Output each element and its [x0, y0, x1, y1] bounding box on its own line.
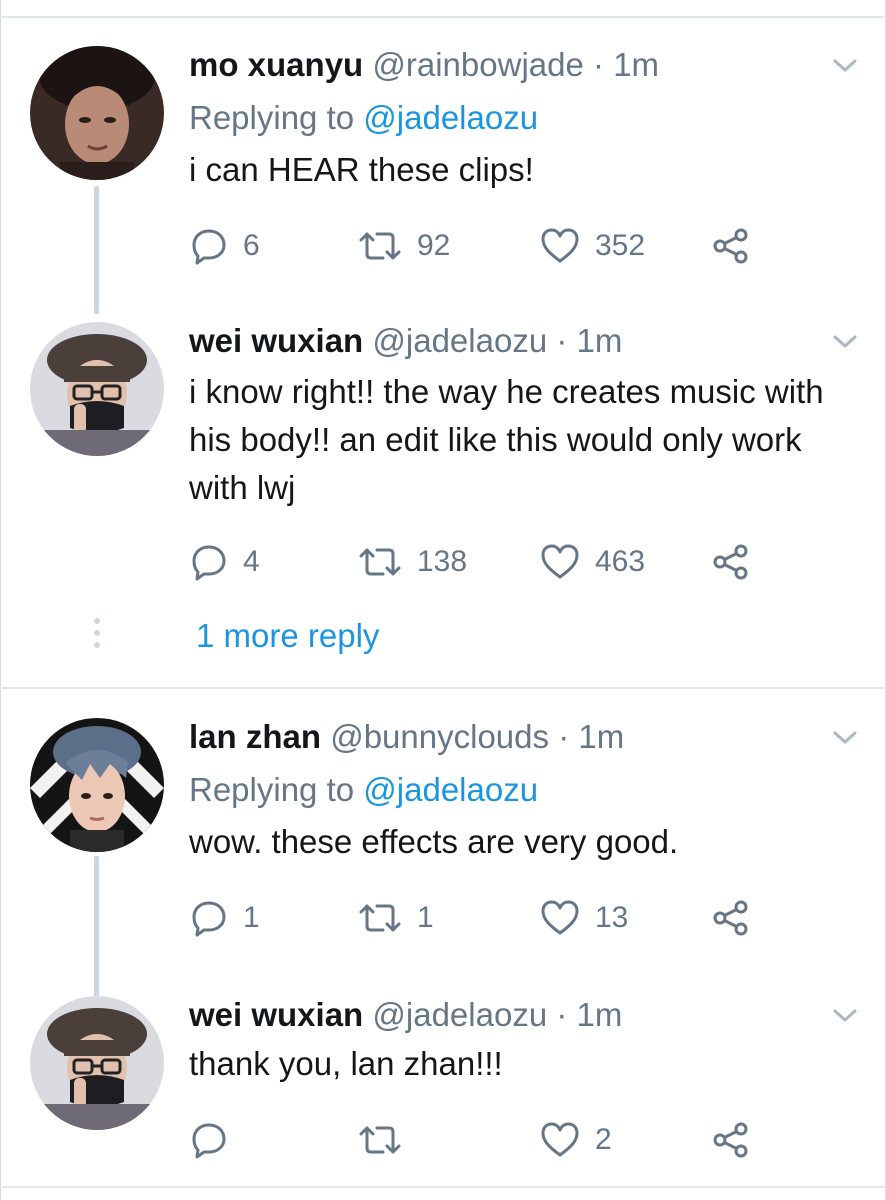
- display-name[interactable]: wei wuxian: [189, 996, 363, 1033]
- reply-icon: [192, 1123, 226, 1159]
- tweet-header: wei wuxian @jadelaozu · 1m: [189, 322, 622, 360]
- thread-connector: [94, 186, 99, 314]
- heart-icon: [541, 1122, 579, 1157]
- frame-left-border: [0, 0, 1, 1200]
- thread-more-dots: [93, 618, 101, 658]
- display-name[interactable]: wei wuxian: [189, 322, 363, 359]
- reply-icon: [192, 901, 226, 937]
- share-button[interactable]: [711, 540, 751, 584]
- share-button[interactable]: [711, 1118, 751, 1162]
- like-button[interactable]: 463: [539, 540, 645, 584]
- mention-link[interactable]: @jadelaozu: [363, 771, 538, 808]
- timestamp[interactable]: 1m: [578, 718, 624, 755]
- avatar[interactable]: [30, 996, 164, 1130]
- separator-dot: ·: [593, 46, 605, 83]
- tweet-header: lan zhan @bunnyclouds · 1m: [189, 718, 624, 756]
- reply-icon: [192, 229, 226, 265]
- share-icon: [713, 1122, 748, 1158]
- reply-button[interactable]: 1: [189, 896, 260, 940]
- retweet-icon: [359, 1126, 401, 1154]
- like-count: 2: [595, 1123, 612, 1156]
- user-handle[interactable]: @jadelaozu: [372, 322, 547, 359]
- reply-button[interactable]: [189, 1118, 243, 1162]
- retweet-icon: [359, 548, 401, 576]
- heart-icon: [541, 544, 579, 579]
- retweet-button[interactable]: 1: [357, 896, 434, 940]
- chevron-down-icon[interactable]: [830, 332, 860, 352]
- separator-dot: ·: [556, 322, 568, 359]
- user-handle[interactable]: @rainbowjade: [372, 46, 583, 83]
- like-button[interactable]: 13: [539, 896, 628, 940]
- timestamp[interactable]: 1m: [577, 322, 623, 359]
- tweet-text: i can HEAR these clips!: [189, 151, 534, 188]
- divider-middle: [0, 687, 886, 689]
- chevron-down-icon[interactable]: [830, 728, 860, 748]
- retweet-button[interactable]: [357, 1118, 417, 1162]
- reply-count: 4: [243, 545, 260, 578]
- chevron-down-icon[interactable]: [830, 56, 860, 76]
- avatar[interactable]: [30, 322, 164, 456]
- share-icon: [713, 544, 748, 580]
- more-replies-link[interactable]: 1 more reply: [196, 616, 379, 656]
- mention-link[interactable]: @jadelaozu: [363, 99, 538, 136]
- replying-to-label: Replying to: [189, 771, 355, 808]
- timestamp[interactable]: 1m: [613, 46, 659, 83]
- divider-top: [0, 16, 886, 18]
- reply-count: 1: [243, 901, 260, 934]
- tweet-header: wei wuxian @jadelaozu · 1m: [189, 996, 622, 1034]
- share-button[interactable]: [711, 896, 751, 940]
- retweet-count: 138: [417, 545, 468, 578]
- chevron-down-icon[interactable]: [830, 1006, 860, 1026]
- tweet-actions: 2: [189, 1118, 789, 1162]
- separator-dot: ·: [556, 996, 568, 1033]
- retweet-count: 1: [417, 901, 434, 934]
- like-count: 352: [595, 229, 646, 262]
- like-button[interactable]: 2: [539, 1118, 612, 1162]
- tweet-text: wow. these effects are very good.: [189, 823, 679, 860]
- reply-count: 6: [243, 229, 260, 262]
- heart-icon: [541, 228, 579, 263]
- divider-bottom: [0, 1186, 886, 1188]
- heart-icon: [541, 900, 579, 935]
- separator-dot: ·: [558, 718, 570, 755]
- timestamp[interactable]: 1m: [577, 996, 623, 1033]
- retweet-button[interactable]: 92: [357, 224, 450, 268]
- reply-icon: [192, 545, 226, 581]
- tweet-actions: 1 1 13: [189, 896, 789, 940]
- user-handle[interactable]: @bunnyclouds: [330, 718, 549, 755]
- tweet-header: mo xuanyu @rainbowjade · 1m: [189, 46, 659, 84]
- share-button[interactable]: [711, 224, 751, 268]
- user-handle[interactable]: @jadelaozu: [372, 996, 547, 1033]
- tweet-actions: 6 92 352: [189, 224, 789, 268]
- reply-button[interactable]: 4: [189, 540, 260, 584]
- replying-to: Replying to @jadelaozu: [189, 98, 538, 138]
- display-name[interactable]: lan zhan: [189, 718, 321, 755]
- retweet-icon: [359, 904, 401, 932]
- thread-connector: [94, 856, 99, 998]
- retweet-icon: [359, 232, 401, 260]
- tweet-text: thank you, lan zhan!!!: [189, 1045, 503, 1082]
- avatar[interactable]: [30, 718, 164, 852]
- tweet-actions: 4 138 463: [189, 540, 789, 584]
- retweet-count: 92: [417, 229, 451, 262]
- share-icon: [713, 900, 748, 936]
- like-count: 463: [595, 545, 646, 578]
- avatar[interactable]: [30, 46, 164, 180]
- share-icon: [713, 228, 748, 264]
- tweet-text: i know right!! the way he creates music …: [189, 373, 824, 506]
- replying-to-label: Replying to: [189, 99, 355, 136]
- display-name[interactable]: mo xuanyu: [189, 46, 363, 83]
- reply-button[interactable]: 6: [189, 224, 260, 268]
- retweet-button[interactable]: 138: [357, 540, 467, 584]
- replying-to: Replying to @jadelaozu: [189, 770, 538, 810]
- like-count: 13: [595, 901, 629, 934]
- like-button[interactable]: 352: [539, 224, 645, 268]
